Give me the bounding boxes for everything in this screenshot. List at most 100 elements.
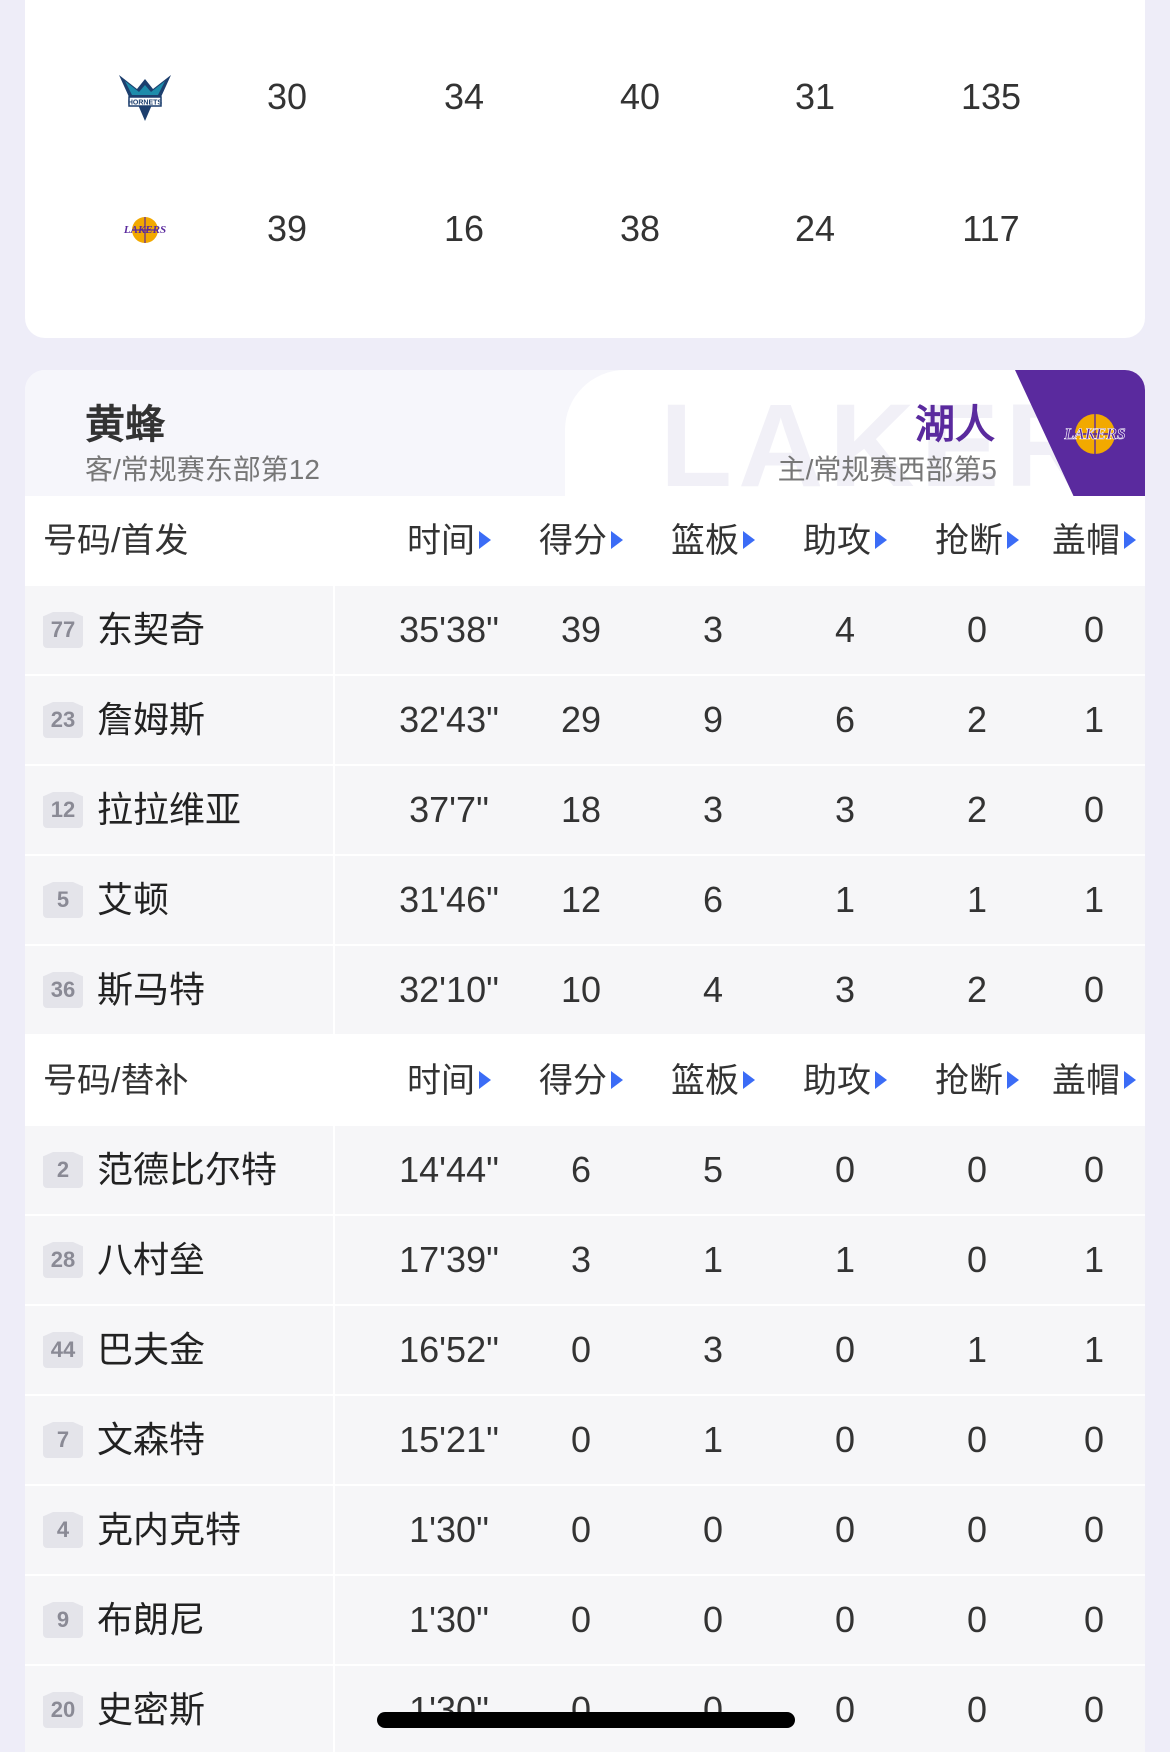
stat-assists: 0 <box>834 1419 856 1460</box>
column-label: 盖帽 <box>1052 1062 1120 1100</box>
player-name[interactable]: 文森特 <box>97 1396 205 1484</box>
jersey-number-badge: 23 <box>43 702 83 738</box>
stat-assists: 6 <box>834 699 856 740</box>
sort-blocks-button[interactable]: 盖帽 <box>1043 496 1145 586</box>
stat-time: 1'30" <box>409 1599 489 1640</box>
stat-rebounds: 4 <box>702 969 724 1010</box>
stat-points: 18 <box>560 789 602 830</box>
stat-time: 35'38" <box>399 609 499 650</box>
total-score: 135 <box>960 76 1022 117</box>
stat-rebounds: 9 <box>702 699 724 740</box>
stat-assists: 1 <box>834 1239 856 1280</box>
player-row[interactable]: 12 拉拉维亚 37'7" 18 3 3 2 0 <box>25 766 1145 856</box>
sort-arrow-icon <box>743 531 755 550</box>
stat-blocks: 1 <box>1083 699 1105 740</box>
stat-rebounds: 6 <box>702 879 724 920</box>
stat-time: 17'39" <box>399 1239 499 1280</box>
stat-rebounds: 0 <box>702 1509 724 1550</box>
player-row[interactable]: 20 史密斯 1'30" 0 0 0 0 0 <box>25 1666 1145 1752</box>
player-name[interactable]: 詹姆斯 <box>97 676 205 764</box>
player-row[interactable]: 44 巴夫金 16'52" 0 3 0 1 1 <box>25 1306 1145 1396</box>
away-team-standing: 客/常规赛东部第12 <box>85 454 320 485</box>
stat-steals: 2 <box>966 969 988 1010</box>
column-label: 得分 <box>539 522 607 560</box>
stat-rebounds: 3 <box>702 1329 724 1370</box>
stat-steals: 0 <box>966 1689 988 1730</box>
box-score-card: LAKERS 黄蜂 客/常规赛东部第12 湖人 主/常规赛西部第5 LAKERS… <box>25 370 1145 1752</box>
stat-time: 37'7" <box>409 789 489 830</box>
sort-time-button[interactable]: 时间 <box>383 1036 515 1126</box>
column-label: 时间 <box>407 1062 475 1100</box>
svg-text:HORNETS: HORNETS <box>128 100 163 107</box>
table-header-starters: 号码/首发 时间 得分 篮板 助攻 抢断 盖帽 <box>25 496 1145 586</box>
player-name[interactable]: 范德比尔特 <box>97 1126 277 1214</box>
player-name[interactable]: 艾顿 <box>97 856 169 944</box>
player-name[interactable]: 布朗尼 <box>97 1576 205 1664</box>
player-row[interactable]: 36 斯马特 32'10" 10 4 3 2 0 <box>25 946 1145 1036</box>
player-name[interactable]: 八村垒 <box>97 1216 205 1304</box>
home-team-name[interactable]: 湖人 <box>915 392 995 450</box>
jersey-number-badge: 36 <box>43 972 83 1008</box>
player-name[interactable]: 巴夫金 <box>97 1306 205 1394</box>
player-row[interactable]: 9 布朗尼 1'30" 0 0 0 0 0 <box>25 1576 1145 1666</box>
sort-assists-button[interactable]: 助攻 <box>779 1036 911 1126</box>
player-name[interactable]: 东契奇 <box>97 586 205 674</box>
stat-points: 0 <box>570 1509 592 1550</box>
stat-points: 0 <box>570 1599 592 1640</box>
stat-rebounds: 1 <box>702 1239 724 1280</box>
player-row[interactable]: 4 克内克特 1'30" 0 0 0 0 0 <box>25 1486 1145 1576</box>
column-label: 抢断 <box>935 522 1003 560</box>
sort-rebounds-button[interactable]: 篮板 <box>647 496 779 586</box>
stat-assists: 3 <box>834 969 856 1010</box>
svg-text:LAKERS: LAKERS <box>123 224 166 236</box>
q1-score: 30 <box>266 76 308 117</box>
sort-points-button[interactable]: 得分 <box>515 1036 647 1126</box>
stat-points: 6 <box>570 1149 592 1190</box>
stat-rebounds: 1 <box>702 1419 724 1460</box>
jersey-number-badge: 2 <box>43 1152 83 1188</box>
sort-rebounds-button[interactable]: 篮板 <box>647 1036 779 1126</box>
jersey-number-badge: 9 <box>43 1602 83 1638</box>
sort-arrow-icon <box>743 1071 755 1090</box>
sort-assists-button[interactable]: 助攻 <box>779 496 911 586</box>
svg-text:LAKERS: LAKERS <box>1063 426 1125 443</box>
player-row[interactable]: 7 文森特 15'21" 0 1 0 0 0 <box>25 1396 1145 1486</box>
sort-steals-button[interactable]: 抢断 <box>911 1036 1043 1126</box>
player-row[interactable]: 28 八村垒 17'39" 3 1 1 0 1 <box>25 1216 1145 1306</box>
quarter-score-card: HORNETS 30 34 40 31 135 LAKERS 39 16 38 … <box>25 0 1145 338</box>
lakers-logo-icon: LAKERS <box>1063 414 1126 454</box>
stat-time: 16'52" <box>399 1329 499 1370</box>
stat-blocks: 0 <box>1083 1509 1105 1550</box>
player-row[interactable]: 5 艾顿 31'46" 12 6 1 1 1 <box>25 856 1145 946</box>
player-row[interactable]: 2 范德比尔特 14'44" 6 5 0 0 0 <box>25 1126 1145 1216</box>
home-indicator[interactable] <box>377 1712 795 1728</box>
sort-arrow-icon <box>611 1071 623 1090</box>
column-label: 抢断 <box>935 1062 1003 1100</box>
jersey-number-badge: 7 <box>43 1422 83 1458</box>
stat-blocks: 0 <box>1083 1149 1105 1190</box>
player-name[interactable]: 斯马特 <box>97 946 205 1034</box>
stat-rebounds: 3 <box>702 789 724 830</box>
column-label: 篮板 <box>671 1062 739 1100</box>
sort-points-button[interactable]: 得分 <box>515 496 647 586</box>
sort-arrow-icon <box>1007 531 1019 550</box>
stat-assists: 3 <box>834 789 856 830</box>
sort-time-button[interactable]: 时间 <box>383 496 515 586</box>
away-team-name[interactable]: 黄蜂 <box>85 392 165 450</box>
sort-blocks-button[interactable]: 盖帽 <box>1043 1036 1145 1126</box>
q4-score: 24 <box>794 208 836 249</box>
player-name-cell: 36 斯马特 <box>25 946 335 1034</box>
player-name[interactable]: 克内克特 <box>97 1486 241 1574</box>
player-row[interactable]: 77 东契奇 35'38" 39 3 4 0 0 <box>25 586 1145 676</box>
sort-arrow-icon <box>479 531 491 550</box>
player-name[interactable]: 拉拉维亚 <box>97 766 241 854</box>
stat-blocks: 0 <box>1083 969 1105 1010</box>
stat-blocks: 0 <box>1083 609 1105 650</box>
player-row[interactable]: 23 詹姆斯 32'43" 29 9 6 2 1 <box>25 676 1145 766</box>
stat-assists: 0 <box>834 1689 856 1730</box>
stat-steals: 0 <box>966 1509 988 1550</box>
player-name[interactable]: 史密斯 <box>97 1666 205 1752</box>
sort-steals-button[interactable]: 抢断 <box>911 496 1043 586</box>
stat-assists: 0 <box>834 1329 856 1370</box>
player-name-cell: 77 东契奇 <box>25 586 335 674</box>
